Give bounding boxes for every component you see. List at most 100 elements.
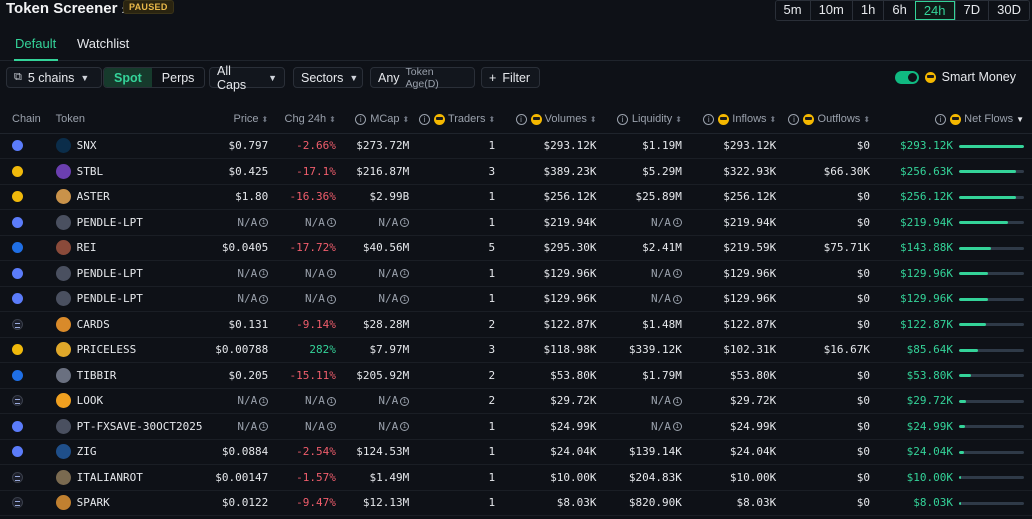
token-cell[interactable]: STBL xyxy=(51,158,207,185)
col-outflows[interactable]: i Outflows ⬍ xyxy=(780,106,875,134)
col-chg[interactable]: Chg 24h ⬍ xyxy=(272,106,340,134)
chg-cell: -15.11% xyxy=(272,362,340,389)
table-row[interactable]: LOOK N/A i N/A i N/A i 2 $29.72K N/A i $29.72K $0 $29… xyxy=(0,388,1032,414)
table-row[interactable]: TIBBIR $0.205 -15.11% $205.92M 2 $53.80K $1.79… xyxy=(0,362,1032,389)
col-inflows[interactable]: i Inflows ⬍ xyxy=(685,106,781,134)
info-icon[interactable]: i xyxy=(326,269,336,279)
col-mcap[interactable]: i MCap ⬍ xyxy=(339,106,414,134)
table-row[interactable]: PENDLE-LPT N/A i N/A i N/A i 1 $129.96K N/A i $129.… xyxy=(0,260,1032,287)
chains-dropdown[interactable]: ⧉ 5 chains ▼ xyxy=(6,67,102,88)
info-icon[interactable]: i xyxy=(259,218,269,228)
col-traders[interactable]: i Traders ⬍ xyxy=(413,106,500,134)
smart-money-toggle[interactable]: Smart Money xyxy=(894,70,1016,84)
token-cell[interactable]: ITALIANROT xyxy=(51,464,207,491)
price-cell: N/A i xyxy=(206,260,273,287)
tab-watchlist[interactable]: Watchlist xyxy=(77,36,129,51)
info-icon[interactable]: i xyxy=(326,294,336,304)
info-icon[interactable]: i xyxy=(703,113,715,125)
token-cell[interactable]: PENDLE-LPT xyxy=(51,209,207,236)
timeframe-6h[interactable]: 6h xyxy=(883,1,915,20)
token-age-label: Token Age(D) xyxy=(405,65,439,90)
col-price[interactable]: Price ⬍ xyxy=(206,106,273,134)
info-icon[interactable]: i xyxy=(672,396,682,406)
market-type-toggle: Spot Perps xyxy=(103,67,206,88)
timeframe-5m[interactable]: 5m xyxy=(775,1,810,20)
info-icon[interactable]: i xyxy=(259,294,269,304)
table-row[interactable]: PRICELESS $0.00788 282% $7.97M 3 $118.98K $339… xyxy=(0,337,1032,363)
token-cell[interactable]: ZIG xyxy=(51,439,207,465)
info-icon[interactable]: i xyxy=(400,422,410,432)
col-liquidity[interactable]: i Liquidity ⬍ xyxy=(600,106,686,134)
info-icon[interactable]: i xyxy=(400,396,410,406)
na-value: N/A xyxy=(378,394,399,408)
table-row[interactable]: PENDLE-LPT N/A i N/A i N/A i 1 $219.94K N/A i $219.… xyxy=(0,209,1032,236)
timeframe-7d[interactable]: 7D xyxy=(954,1,989,20)
info-icon[interactable]: i xyxy=(515,113,527,125)
toggle-switch[interactable] xyxy=(894,70,919,84)
token-cell[interactable]: PT-FXSAVE-30OCT2025 xyxy=(51,413,207,440)
timeframe-30d[interactable]: 30D xyxy=(988,1,1029,20)
info-icon[interactable]: i xyxy=(672,218,682,228)
info-icon[interactable]: i xyxy=(935,113,947,125)
spot-button[interactable]: Spot xyxy=(104,68,152,87)
info-icon[interactable]: i xyxy=(326,396,336,406)
token-cell[interactable]: PENDLE-LPT xyxy=(51,286,207,312)
info-icon[interactable]: i xyxy=(259,422,269,432)
col-volumes[interactable]: i Volumes ⬍ xyxy=(499,106,601,134)
filter-button[interactable]: + Filter xyxy=(481,67,540,88)
info-icon[interactable]: i xyxy=(400,218,410,228)
table-row[interactable]: REI $0.0405 -17.72% $40.56M 5 $295.30K $2.41M $… xyxy=(0,235,1032,261)
tab-default[interactable]: Default xyxy=(15,36,56,51)
chain-cell xyxy=(0,362,52,389)
info-icon[interactable]: i xyxy=(672,422,682,432)
info-icon[interactable]: i xyxy=(326,218,336,228)
token-cell[interactable]: LOOK xyxy=(51,388,207,414)
table-row[interactable]: ZIG $0.0884 -2.54% $124.53M 1 $24.04K $139.14K… xyxy=(0,439,1032,465)
col-mcap-label: MCap xyxy=(370,113,400,126)
table-row[interactable]: PT-FXSAVE-30OCT2025 N/A i N/A i N/A i 1 $24.99K N… xyxy=(0,413,1032,440)
info-icon[interactable]: i xyxy=(788,113,800,125)
outflows-cell: $16.67K xyxy=(780,337,875,363)
info-icon[interactable]: i xyxy=(326,422,336,432)
table-row[interactable]: ASTER $1.80 -16.36% $2.99B 1 $256.12K $25.89M $… xyxy=(0,184,1032,210)
info-icon[interactable]: i xyxy=(672,269,682,279)
sunglasses-icon xyxy=(803,113,815,125)
token-cell[interactable]: SPARK xyxy=(51,490,207,516)
info-icon[interactable]: i xyxy=(355,113,367,125)
page-title[interactable]: Token Screener › xyxy=(6,0,126,17)
token-cell[interactable]: SNX xyxy=(51,133,207,159)
token-cell[interactable]: CARDS xyxy=(51,311,207,338)
table-row[interactable]: CARDS $0.131 -9.14% $28.28M 2 $122.87K $1.48M $… xyxy=(0,311,1032,338)
info-icon[interactable]: i xyxy=(419,113,431,125)
info-icon[interactable]: i xyxy=(259,269,269,279)
mcap-cell: $124.53M xyxy=(339,439,414,465)
table-row[interactable]: STBL $0.425 -17.1% $216.87M 3 $389.23K $5.29M $… xyxy=(0,158,1032,185)
ethereum-chain-icon xyxy=(12,216,23,228)
info-icon[interactable]: i xyxy=(616,113,628,125)
chg-cell: -17.72% xyxy=(272,235,340,261)
info-icon[interactable]: i xyxy=(400,269,410,279)
table-row[interactable]: SNX $0.797 -2.66% $273.72M 1 $293.12K $1.19M $2… xyxy=(0,133,1032,159)
sectors-dropdown[interactable]: Sectors ▼ xyxy=(293,67,363,88)
table-row[interactable]: PENDLE-LPT N/A i N/A i N/A i 1 $129.96K N/A i $129.… xyxy=(0,286,1032,312)
timeframe-24h[interactable]: 24h xyxy=(914,1,955,20)
caps-dropdown[interactable]: All Caps ▼ xyxy=(209,64,285,92)
token-age-filter[interactable]: Any Token Age(D) xyxy=(370,65,475,90)
token-cell[interactable]: TIBBIR xyxy=(51,362,207,389)
token-cell[interactable]: PENDLE-LPT xyxy=(51,260,207,287)
netflows-value: $122.87K xyxy=(900,317,953,331)
table-row[interactable]: ITALIANROT $0.00147 -1.57% $1.49M 1 $10.00K $2… xyxy=(0,464,1032,491)
info-icon[interactable]: i xyxy=(400,294,410,304)
price-value: $0.0405 xyxy=(221,241,269,255)
info-icon[interactable]: i xyxy=(672,294,682,304)
col-netflows[interactable]: i Net Flows ▼ xyxy=(874,106,1032,134)
perps-button[interactable]: Perps xyxy=(152,68,205,87)
timeframe-10m[interactable]: 10m xyxy=(809,1,852,20)
timeframe-1h[interactable]: 1h xyxy=(851,1,884,20)
info-icon[interactable]: i xyxy=(259,396,269,406)
token-cell[interactable]: REI xyxy=(51,235,207,261)
token-cell[interactable]: ASTER xyxy=(51,184,207,210)
token-cell[interactable]: PRICELESS xyxy=(51,337,207,363)
pendle-icon xyxy=(55,265,71,281)
table-row[interactable]: SPARK $0.0122 -9.47% $12.13M 1 $8.03K $820.90K… xyxy=(0,490,1032,516)
